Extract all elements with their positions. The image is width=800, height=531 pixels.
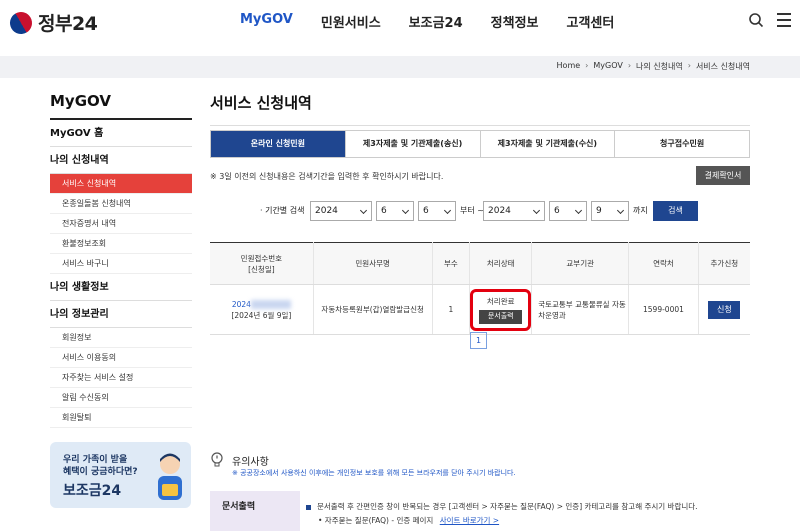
banner-title: 보조금24: [63, 483, 122, 499]
application-table: 민원접수번호 [신청일] 민원사무명 부수 처리상태 교부기관 연락처 추가신청…: [210, 242, 750, 335]
application-date: [2024년 6월 9일]: [231, 310, 292, 320]
site-shortcut-link[interactable]: 사이트 바로가기 >: [440, 516, 499, 525]
tab-claim-applications[interactable]: 청구접수민원: [615, 131, 749, 157]
col-contact: 연락처: [628, 242, 699, 285]
sidebar-item-service-basket[interactable]: 서비스 바구니: [50, 254, 192, 274]
col-receipt-no: 민원접수번호 [신청일]: [210, 242, 314, 285]
sidebar-item-e-certificate[interactable]: 전자증명서 내역: [50, 214, 192, 234]
to-day-select[interactable]: 9: [591, 201, 629, 221]
sidebar-section-life-info[interactable]: 나의 생활정보: [50, 274, 192, 301]
notes-title: 유의사항: [232, 457, 269, 468]
tab-online-applications[interactable]: 온라인 신청민원: [211, 131, 346, 157]
notes-description: ※ 공공장소에서 사용하신 이후에는 개인정보 보호를 위해 모든 브라우저를 …: [232, 469, 516, 477]
receipt-no-link[interactable]: 2024: [232, 300, 251, 309]
nav-customer-center[interactable]: 고객센터: [567, 12, 615, 31]
col-agency: 교부기관: [531, 242, 629, 285]
taegeuk-logo-icon: [5, 7, 37, 38]
chevron-right-icon: ›: [687, 61, 691, 70]
search-icon[interactable]: [748, 12, 764, 28]
sidebar-item-childcare-history[interactable]: 온종일돌봄 신청내역: [50, 194, 192, 214]
faq-guide: • 자주묻는 질문(FAQ) - 인증 페이지 사이트 바로가기 >: [318, 516, 500, 525]
sidebar: MyGOV MyGOV 홈 나의 신청내역 서비스 신청내역 온종일돌봄 신청내…: [50, 92, 192, 428]
extra-apply-cell: 신청: [697, 284, 750, 335]
period-filter-label: · 기간별 검색: [260, 206, 305, 215]
table-row: 2024 [2024년 6월 9일] 자동차등록원부(갑)열람발급신청 1 처리…: [210, 284, 750, 335]
table-header-row: 민원접수번호 [신청일] 민원사무명 부수 처리상태 교부기관 연락처 추가신청: [210, 242, 750, 285]
copies-cell: 1: [431, 284, 470, 335]
breadcrumb-history[interactable]: 나의 신청내역: [636, 61, 683, 72]
service-name-cell: 자동차등록원부(갑)열람발급신청: [312, 284, 433, 335]
col-status: 처리상태: [469, 242, 532, 285]
status-highlight: 처리완료 문서출력: [470, 288, 532, 331]
contact-cell: 1599-0001: [628, 284, 699, 335]
sidebar-item-mygov-home[interactable]: MyGOV 홈: [50, 120, 192, 147]
sidebar-section-history[interactable]: 나의 신청내역: [50, 147, 192, 174]
logo[interactable]: 정부24: [5, 7, 98, 38]
person-illustration-icon: [158, 453, 182, 500]
print-document-button[interactable]: 문서출력: [479, 309, 523, 324]
sidebar-item-withdraw[interactable]: 회원탈퇴: [50, 408, 192, 428]
sidebar-title: MyGOV: [50, 92, 192, 120]
status-cell: 처리완료 문서출력: [469, 284, 532, 335]
search-notice: ※ 3일 이전의 신청내용은 검색기간을 입력한 후 확인하시기 바랍니다.: [210, 172, 444, 181]
sidebar-item-notification-consent[interactable]: 알림 수신동의: [50, 388, 192, 408]
sidebar-item-favorite-services[interactable]: 자주찾는 서비스 설정: [50, 368, 192, 388]
main-content: 서비스 신청내역 온라인 신청민원 제3자제출 및 기관제출(송신) 제3자제출…: [210, 92, 750, 531]
page-title: 서비스 신청내역: [210, 92, 750, 126]
sidebar-item-refund[interactable]: 환불정보조회: [50, 234, 192, 254]
payment-receipt-button[interactable]: 결제확인서: [696, 166, 750, 185]
tab-third-party-sent[interactable]: 제3자제출 및 기관제출(송신): [345, 131, 481, 157]
hamburger-menu-icon[interactable]: [777, 13, 791, 27]
sidebar-item-member-info[interactable]: 회원정보: [50, 328, 192, 348]
nav-mygov[interactable]: MyGOV: [240, 12, 293, 31]
subsidy-banner[interactable]: 우리 가족이 받을 혜택이 궁금하다면? 보조금24: [50, 442, 191, 508]
to-month-select[interactable]: 6: [549, 201, 587, 221]
breadcrumb: Home › MyGOV › 나의 신청내역 › 서비스 신청내역: [557, 61, 750, 72]
document-print-guide: 문서출력 후 간편인증 창이 반복되는 경우 [고객센터 > 자주묻는 질문(F…: [306, 501, 698, 512]
period-from-text: 부터 ~: [460, 206, 484, 215]
from-day-select[interactable]: 6: [418, 201, 456, 221]
document-print-box: 문서출력 문서출력 후 간편인증 창이 반복되는 경우 [고객센터 > 자주묻는…: [210, 491, 750, 531]
status-text: 처리완료: [486, 296, 515, 306]
from-month-select[interactable]: 6: [376, 201, 414, 221]
sidebar-item-service-consent[interactable]: 서비스 이용동의: [50, 348, 192, 368]
sidebar-item-service-history[interactable]: 서비스 신청내역: [50, 174, 192, 194]
agency-cell: 국토교통부 교통물류실 자동차운영과: [531, 284, 629, 335]
page: 정부24 MyGOV 민원서비스 보조금24 정책정보 고객센터 Home › …: [0, 0, 800, 531]
col-extra-apply: 추가신청: [697, 242, 750, 285]
col-copies: 부수: [431, 242, 470, 285]
receipt-no-cell: 2024 [2024년 6월 9일]: [210, 284, 314, 335]
sidebar-section-info-management[interactable]: 나의 정보관리: [50, 301, 192, 328]
breadcrumb-current: 서비스 신청내역: [695, 62, 750, 71]
breadcrumb-mygov[interactable]: MyGOV: [593, 61, 622, 72]
nav-subsidy[interactable]: 보조금24: [409, 12, 463, 31]
tab-bar: 온라인 신청민원 제3자제출 및 기관제출(송신) 제3자제출 및 기관제출(수…: [210, 130, 750, 158]
tab-third-party-received[interactable]: 제3자제출 및 기관제출(수신): [480, 131, 616, 157]
to-year-select[interactable]: 2024: [483, 201, 545, 221]
lightbulb-icon: [211, 452, 223, 467]
logo-text: 정부24: [38, 13, 98, 35]
nav-civil-service[interactable]: 민원서비스: [321, 12, 381, 31]
apply-button[interactable]: 신청: [708, 300, 741, 319]
search-button[interactable]: 검색: [653, 201, 698, 221]
nav-policy[interactable]: 정책정보: [491, 12, 539, 31]
main-nav: MyGOV 민원서비스 보조금24 정책정보 고객센터: [240, 12, 642, 31]
header: 정부24 MyGOV 민원서비스 보조금24 정책정보 고객센터: [0, 0, 800, 44]
chevron-right-icon: ›: [627, 61, 632, 70]
banner-text: 우리 가족이 받을 혜택이 궁금하다면?: [63, 455, 138, 477]
breadcrumb-home[interactable]: Home: [557, 61, 581, 72]
page-1-button[interactable]: 1: [470, 332, 487, 349]
chevron-right-icon: ›: [585, 61, 589, 70]
col-service-name: 민원사무명: [312, 242, 433, 285]
masked-receipt-no: [250, 300, 291, 309]
period-to-text: 까지: [633, 206, 648, 215]
from-year-select[interactable]: 2024: [310, 201, 372, 221]
document-print-label: 문서출력: [210, 491, 300, 531]
breadcrumb-bar: Home › MyGOV › 나의 신청내역 › 서비스 신청내역: [0, 56, 800, 78]
